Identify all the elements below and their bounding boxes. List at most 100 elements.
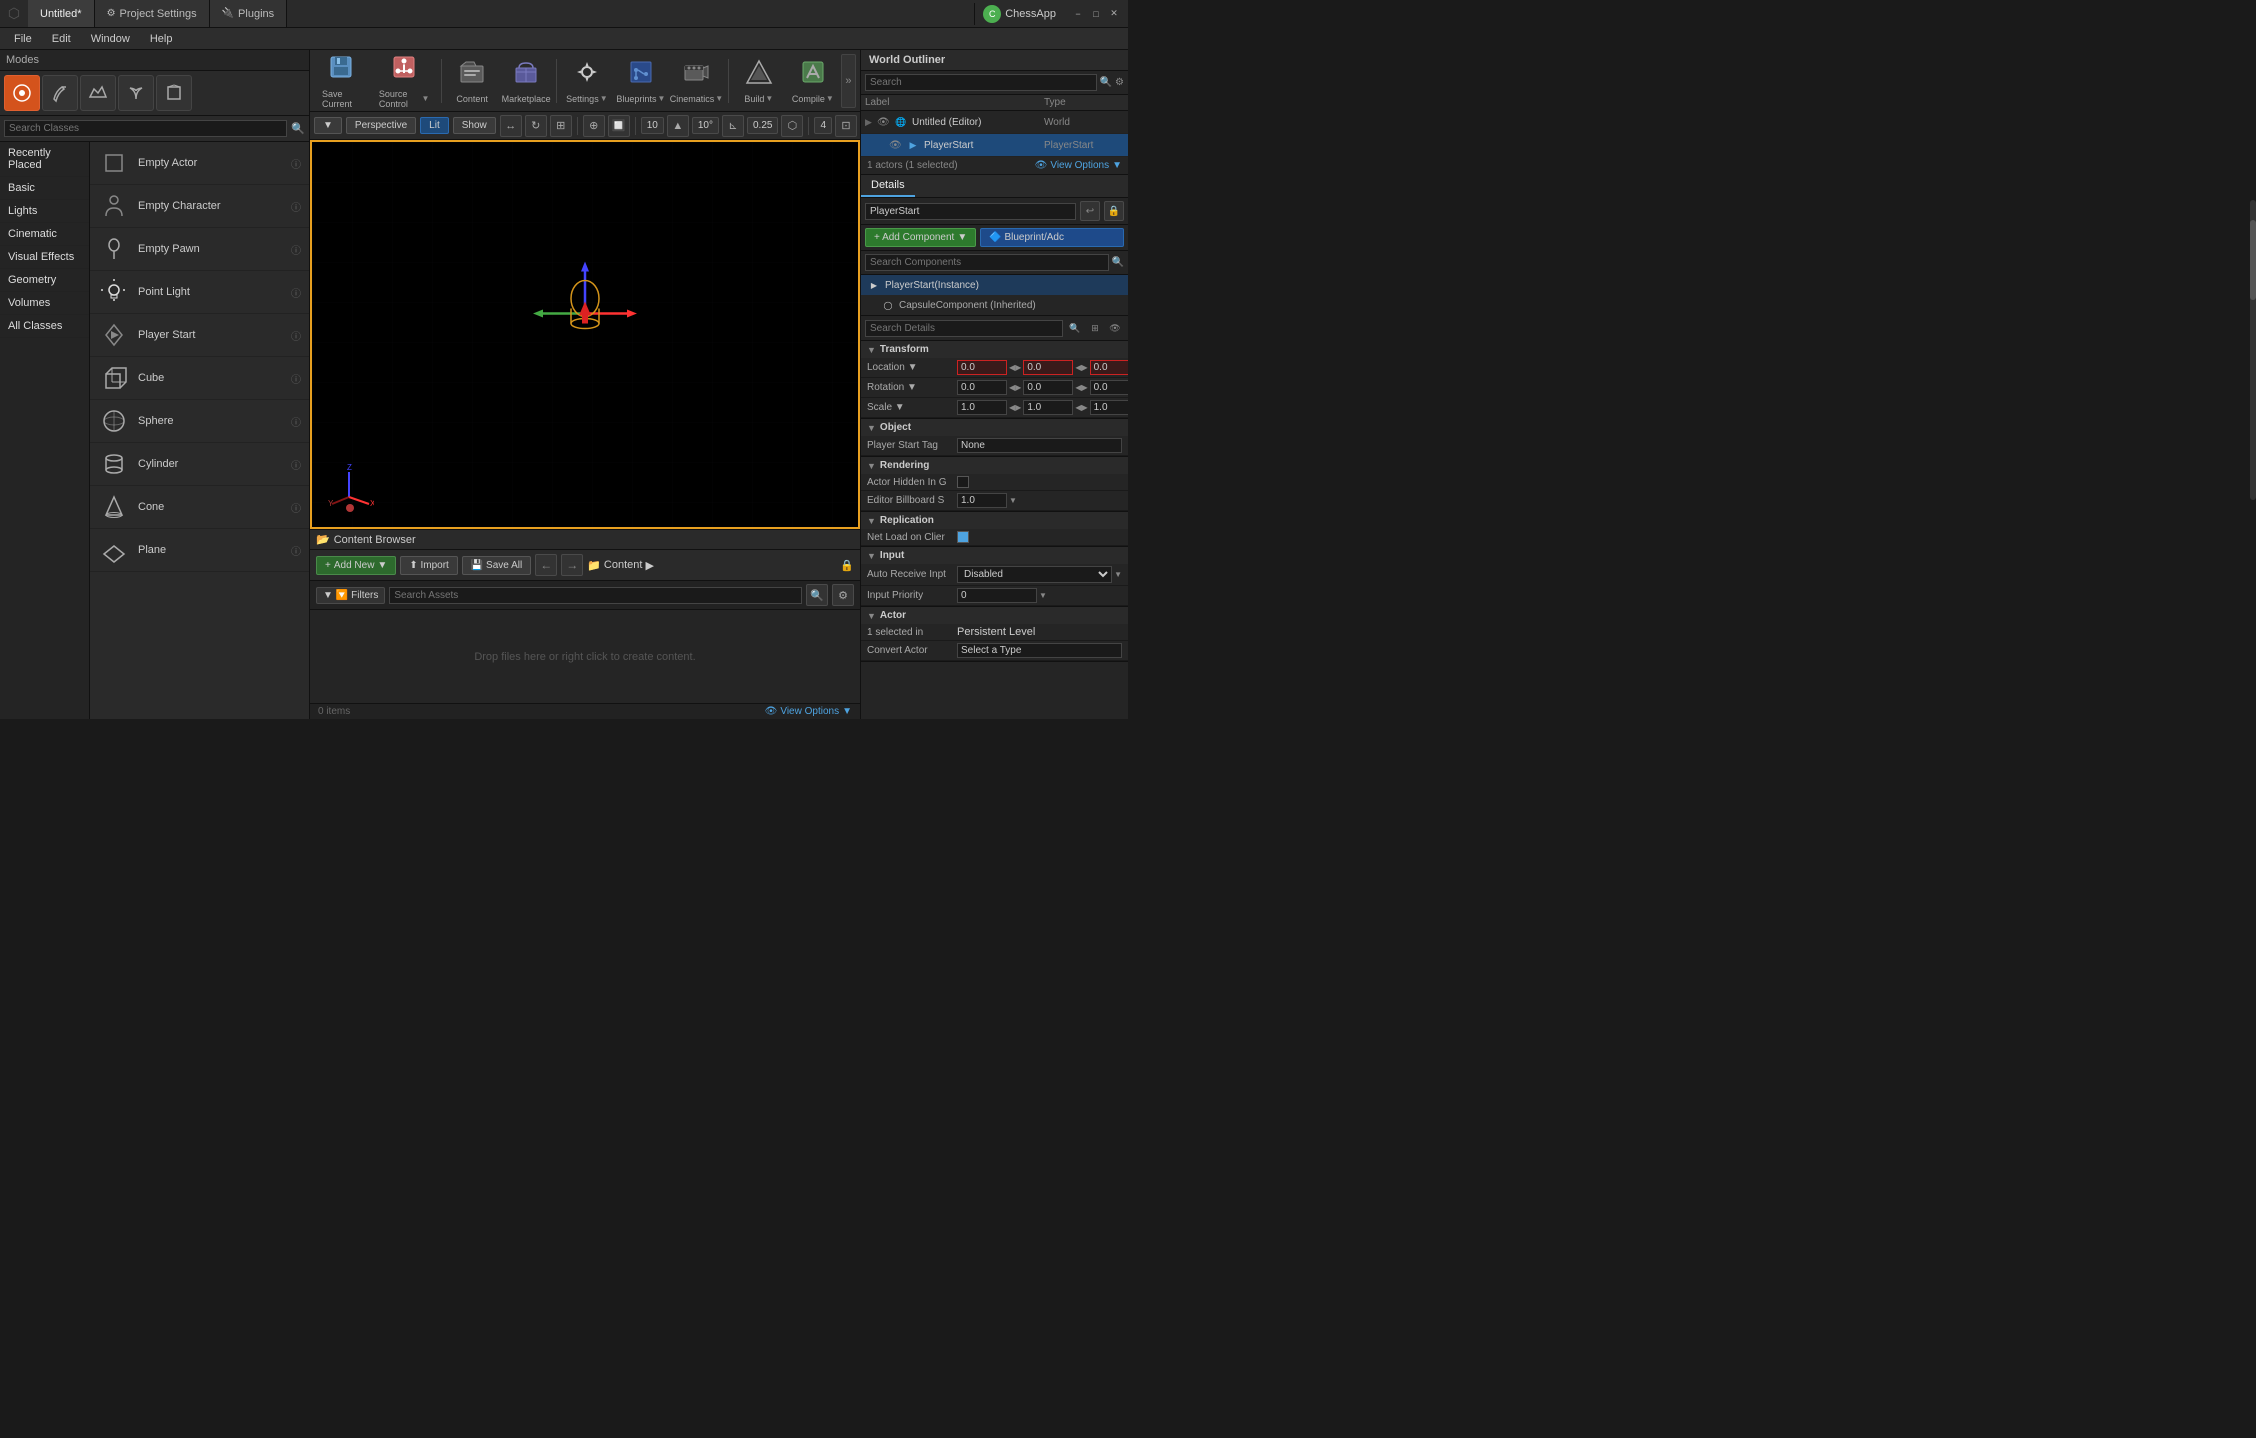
tab-plugins[interactable]: 🔌 Plugins <box>210 0 288 27</box>
rotation-z-input[interactable] <box>1090 380 1128 395</box>
net-load-checkbox[interactable] <box>957 531 969 543</box>
import-button[interactable]: ⬆ Import <box>400 556 458 575</box>
nav-forward-button[interactable]: → <box>561 554 583 576</box>
replication-header[interactable]: ▼ Replication <box>861 512 1128 529</box>
comp-search-icon[interactable]: 🔍 <box>1112 257 1124 268</box>
category-lights[interactable]: Lights <box>0 200 89 223</box>
maximize-button[interactable]: □ <box>1088 6 1104 22</box>
eye-icon[interactable]: 👁 <box>889 140 905 151</box>
placement-cube[interactable]: Cube ⓘ <box>90 357 309 400</box>
source-control-button[interactable]: Source Control ▼ <box>371 54 438 108</box>
actor-name-input[interactable] <box>865 203 1076 220</box>
scale-z-input[interactable] <box>1090 400 1128 415</box>
placement-empty-character[interactable]: Empty Character ⓘ <box>90 185 309 228</box>
actor-hidden-checkbox[interactable] <box>957 476 969 488</box>
category-volumes[interactable]: Volumes <box>0 292 89 315</box>
camera-icon-btn[interactable]: 🔲 <box>608 115 630 137</box>
ry-stepper[interactable]: ◀▶ <box>1075 383 1087 392</box>
rx-stepper[interactable]: ◀▶ <box>1009 383 1021 392</box>
content-browser-drop-zone[interactable]: Drop files here or right click to create… <box>310 610 860 703</box>
rotation-x-input[interactable] <box>957 380 1007 395</box>
sx-stepper[interactable]: ◀▶ <box>1009 403 1021 412</box>
outliner-settings-icon[interactable]: ⚙ <box>1115 77 1124 88</box>
input-header[interactable]: ▼ Input <box>861 547 1128 564</box>
search-components-input[interactable] <box>865 254 1109 271</box>
perspective-button[interactable]: Perspective <box>346 117 416 134</box>
toolbar-more-button[interactable]: » <box>841 54 856 108</box>
outliner-item-untitled[interactable]: ▶ 👁 🌐 Untitled (Editor) World <box>861 111 1128 134</box>
menu-window[interactable]: Window <box>83 31 138 47</box>
input-priority-input[interactable] <box>957 588 1037 603</box>
rotation-y-input[interactable] <box>1023 380 1073 395</box>
priority-stepper[interactable]: ▼ <box>1039 591 1047 600</box>
placement-sphere[interactable]: Sphere ⓘ <box>90 400 309 443</box>
nav-back-button[interactable]: ← <box>535 554 557 576</box>
placement-plane[interactable]: Plane ⓘ <box>90 529 309 572</box>
auto-receive-select[interactable]: Disabled <box>957 566 1112 583</box>
placement-point-light[interactable]: Point Light ⓘ <box>90 271 309 314</box>
menu-help[interactable]: Help <box>142 31 181 47</box>
placement-empty-actor[interactable]: Empty Actor ⓘ <box>90 142 309 185</box>
location-x-input[interactable] <box>957 360 1007 375</box>
show-button[interactable]: Show <box>453 117 496 134</box>
outliner-item-playerstart[interactable]: 👁 ▶ PlayerStart PlayerStart <box>861 134 1128 157</box>
eye-icon[interactable]: 👁 <box>877 117 893 128</box>
category-cinematic[interactable]: Cinematic <box>0 223 89 246</box>
blueprints-button[interactable]: Blueprints ▼ <box>615 54 667 108</box>
category-geometry[interactable]: Geometry <box>0 269 89 292</box>
translate-icon-btn[interactable]: ↔ <box>500 115 522 137</box>
category-all-classes[interactable]: All Classes <box>0 315 89 338</box>
content-view-options[interactable]: 👁 View Options ▼ <box>765 706 852 717</box>
category-visual-effects[interactable]: Visual Effects <box>0 246 89 269</box>
grid-icon[interactable]: ⊞ <box>1086 319 1104 337</box>
search-assets-input[interactable] <box>389 587 802 604</box>
marketplace-button[interactable]: Marketplace <box>500 54 552 108</box>
object-header[interactable]: ▼ Object <box>861 419 1128 436</box>
component-player-start[interactable]: ▶ PlayerStart(Instance) <box>861 275 1128 295</box>
close-button[interactable]: ✕ <box>1106 6 1122 22</box>
rendering-header[interactable]: ▼ Rendering <box>861 457 1128 474</box>
build-button[interactable]: Build ▼ <box>733 54 785 108</box>
details-lock-icon[interactable]: 🔒 <box>1104 201 1124 221</box>
scale-icon-btn[interactable]: ⊞ <box>550 115 572 137</box>
mode-foliage[interactable] <box>118 75 154 111</box>
save-all-button[interactable]: 💾 Save All <box>462 556 531 575</box>
scale-y-input[interactable] <box>1023 400 1073 415</box>
mode-landscape[interactable] <box>80 75 116 111</box>
tab-project-settings[interactable]: ⚙ Project Settings <box>95 0 210 27</box>
tab-details[interactable]: Details <box>861 175 915 197</box>
sy-stepper[interactable]: ◀▶ <box>1075 403 1087 412</box>
filters-button[interactable]: ▼ 🔽 Filters <box>316 587 385 604</box>
outliner-view-options[interactable]: 👁 View Options ▼ <box>1035 160 1122 171</box>
content-browser-lock[interactable]: 🔒 <box>840 559 854 572</box>
path-content[interactable]: 📁 Content ▶ <box>587 559 654 572</box>
search-classes-icon[interactable]: 🔍 <box>291 122 305 135</box>
lit-button[interactable]: Lit <box>420 117 449 134</box>
placement-cone[interactable]: Cone ⓘ <box>90 486 309 529</box>
content-button[interactable]: Content <box>446 54 498 108</box>
viewport[interactable]: Z X Y <box>310 140 860 529</box>
placement-empty-pawn[interactable]: Empty Pawn ⓘ <box>90 228 309 271</box>
menu-edit[interactable]: Edit <box>44 31 79 47</box>
search-icon[interactable]: 🔍 <box>1066 319 1084 337</box>
content-browser-settings[interactable]: ⚙ <box>832 584 854 606</box>
mode-place[interactable] <box>4 75 40 111</box>
add-new-button[interactable]: + Add New ▼ <box>316 556 396 575</box>
add-component-button[interactable]: + Add Component ▼ <box>865 228 976 247</box>
minimize-button[interactable]: − <box>1070 6 1086 22</box>
y-stepper[interactable]: ◀▶ <box>1075 363 1087 372</box>
compile-button[interactable]: Compile ▼ <box>787 54 839 108</box>
details-reset-icon[interactable]: ↩ <box>1080 201 1100 221</box>
location-z-input[interactable] <box>1090 360 1128 375</box>
convert-actor-input[interactable] <box>957 643 1122 658</box>
rotate-icon-btn[interactable]: ↻ <box>525 115 547 137</box>
category-recently-placed[interactable]: Recently Placed <box>0 142 89 177</box>
transform-header[interactable]: ▼ Transform <box>861 341 1128 358</box>
scroll-thumb[interactable] <box>2250 220 2256 300</box>
search-classes-input[interactable] <box>4 120 287 137</box>
x-stepper[interactable]: ◀▶ <box>1009 363 1021 372</box>
search-details-input[interactable] <box>865 320 1063 337</box>
location-y-input[interactable] <box>1023 360 1073 375</box>
component-capsule[interactable]: ◯ CapsuleComponent (Inherited) <box>861 295 1128 315</box>
outliner-search-input[interactable] <box>865 74 1097 91</box>
